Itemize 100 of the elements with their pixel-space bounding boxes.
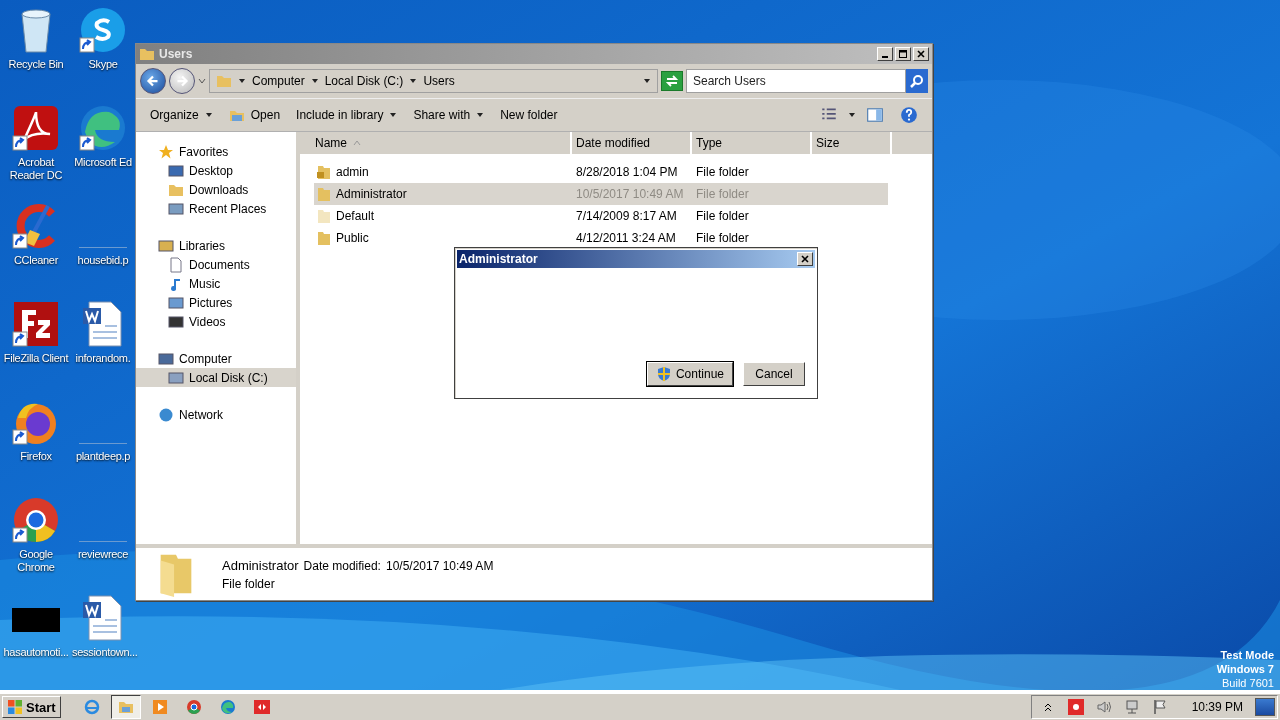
taskbar-button[interactable] — [110, 695, 141, 719]
nav-item[interactable]: Local Disk (C:) — [136, 368, 296, 387]
desktop-icon-label[interactable]: Acrobat Reader DC — [0, 156, 72, 182]
history-caret-icon[interactable] — [198, 77, 206, 85]
nav-item[interactable]: Computer — [136, 349, 296, 368]
anyrun-icon[interactable] — [1067, 699, 1084, 715]
toolbar-button[interactable]: Open — [222, 103, 287, 127]
maximize-icon — [898, 49, 908, 59]
desktop-icon-label[interactable]: housebid.p — [77, 254, 129, 267]
locked-folder-icon — [316, 164, 332, 180]
toolbar-button[interactable]: Include in library — [290, 104, 404, 126]
media-player-icon — [151, 699, 168, 715]
close-icon — [800, 254, 810, 264]
desktop-icon-label[interactable]: Microsoft Ed — [74, 156, 132, 169]
clock[interactable]: 10:39 PM — [1191, 700, 1243, 714]
file-row[interactable]: admin 8/28/2018 1:04 PM File folder — [314, 161, 888, 183]
close-button[interactable] — [913, 47, 929, 61]
folder-icon — [117, 699, 134, 715]
desktop-icon-label[interactable]: CCleaner — [13, 254, 59, 267]
edge-icon[interactable] — [79, 104, 127, 152]
column-header[interactable]: Size — [812, 132, 892, 154]
breadcrumb-item[interactable]: Local Disk (C:) — [324, 74, 404, 88]
details-date: 10/5/2017 10:49 AM — [385, 558, 494, 573]
nav-item[interactable]: Pictures — [136, 293, 296, 312]
address-bar[interactable]: Computer Local Disk (C:) Users — [209, 69, 658, 93]
nav-item[interactable]: Network — [136, 405, 296, 424]
type-text: File folder — [696, 209, 749, 223]
nav-item[interactable]: Desktop — [136, 161, 296, 180]
toolbar-button[interactable]: Organize — [144, 104, 219, 126]
file-row[interactable]: Administrator 10/5/2017 10:49 AM File folder — [314, 183, 888, 205]
acrobat-icon[interactable] — [12, 104, 60, 152]
desktop-icon-label[interactable]: Google Chrome — [0, 548, 72, 574]
folder-icon — [316, 230, 332, 246]
dropdown-caret-icon[interactable] — [643, 77, 651, 85]
details-name: Administrator — [222, 557, 299, 573]
folder-icon — [139, 46, 155, 62]
file-row[interactable]: Public 4/12/2011 3:24 AM File folder — [314, 227, 888, 249]
type-text: File folder — [696, 187, 749, 201]
ie-icon — [83, 699, 100, 715]
preview-pane-icon[interactable] — [866, 106, 884, 124]
skype-icon[interactable] — [79, 6, 127, 54]
refresh-button[interactable] — [661, 71, 683, 91]
desktop-icon-label[interactable]: Recycle Bin — [8, 58, 64, 71]
caret-icon[interactable] — [848, 111, 856, 119]
date-text: 10/5/2017 10:49 AM — [576, 187, 684, 201]
nav-item[interactable]: Favorites — [136, 142, 296, 161]
star-icon — [158, 143, 174, 160]
back-button[interactable] — [140, 68, 166, 94]
minimize-button[interactable] — [877, 47, 893, 61]
column-header[interactable]: Name — [300, 132, 572, 154]
folder-icon — [316, 186, 332, 202]
toolbar-button[interactable]: New folder — [494, 104, 564, 126]
nav-item[interactable]: Recent Places — [136, 199, 296, 218]
file-name: admin — [336, 165, 369, 179]
document-icon — [168, 256, 184, 273]
maximize-button[interactable] — [895, 47, 911, 61]
date-text: 7/14/2009 8:17 AM — [576, 209, 677, 223]
forward-button[interactable] — [169, 68, 195, 94]
nav-item[interactable]: Music — [136, 274, 296, 293]
caret-icon[interactable] — [409, 77, 418, 85]
nav-item[interactable]: Libraries — [136, 236, 296, 255]
details-type: File folder — [222, 576, 276, 591]
chrome-icon — [185, 699, 202, 715]
close-button[interactable] — [797, 252, 813, 266]
file-name: Public — [336, 231, 369, 245]
chrome-icon[interactable] — [12, 496, 60, 544]
caret-icon[interactable] — [238, 77, 246, 85]
speaker-icon[interactable] — [1095, 699, 1112, 715]
search-button[interactable] — [906, 69, 928, 93]
desktop-icon-label[interactable]: Skype — [88, 58, 118, 71]
window-title: Users — [159, 47, 193, 61]
nav-item[interactable]: Downloads — [136, 180, 296, 199]
nav-item[interactable]: Videos — [136, 312, 296, 331]
flag-icon[interactable] — [1151, 699, 1168, 715]
desktop-icon-label[interactable]: plantdeep.p — [75, 450, 131, 463]
toolbar-button[interactable]: Share with — [407, 104, 491, 126]
date-text: 8/28/2018 1:04 PM — [576, 165, 678, 179]
breadcrumb-item[interactable]: Computer — [252, 74, 305, 88]
start-button[interactable]: Start — [2, 696, 61, 718]
filezilla-icon[interactable] — [12, 300, 60, 348]
desktop-icon-label[interactable]: reviewrece — [77, 548, 129, 561]
search-icon — [909, 73, 925, 89]
dialog-button[interactable]: Continue — [646, 362, 733, 386]
desktop-icon-label[interactable]: Firefox — [20, 450, 52, 463]
column-header[interactable]: Date modified — [572, 132, 692, 154]
dialog-button[interactable]: Cancel — [743, 362, 805, 386]
file-row[interactable]: Default 7/14/2009 8:17 AM File folder — [314, 205, 888, 227]
help-icon[interactable] — [900, 106, 918, 124]
type-text: File folder — [696, 231, 749, 245]
column-header[interactable]: Type — [692, 132, 812, 154]
close-icon — [916, 49, 926, 59]
nav-item[interactable]: Documents — [136, 255, 296, 274]
breadcrumb-item[interactable]: Users — [423, 74, 455, 88]
search-field[interactable]: Search Users — [686, 69, 906, 93]
globe-icon — [158, 406, 174, 423]
file-name: Administrator — [336, 187, 407, 201]
desktop-icon-label[interactable]: inforandom. — [75, 352, 131, 365]
caret-icon[interactable] — [310, 77, 319, 85]
desktop-icon-label[interactable]: FileZilla Client — [3, 352, 69, 365]
network-icon[interactable] — [1123, 699, 1140, 715]
